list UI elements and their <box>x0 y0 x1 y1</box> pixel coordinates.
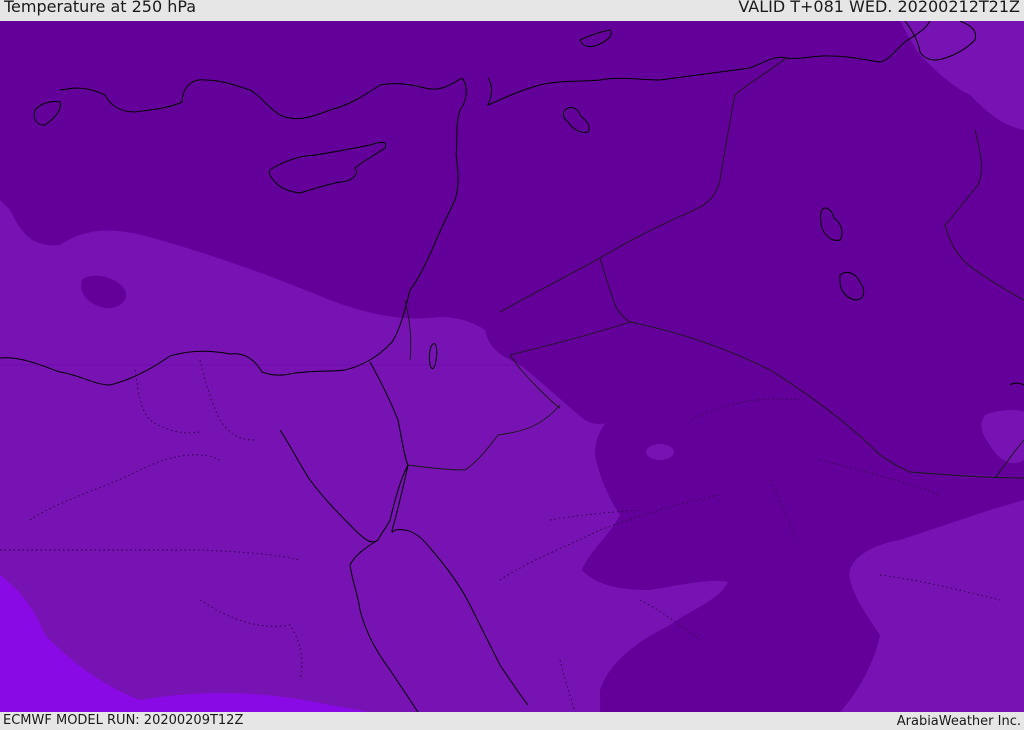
header-bar: Temperature at 250 hPa VALID T+081 WED. … <box>0 0 1024 21</box>
temperature-map <box>0 21 1024 712</box>
map-title: Temperature at 250 hPa <box>4 0 197 16</box>
temperature-field-light-dot <box>646 444 674 460</box>
credit-label: ArabiaWeather Inc. <box>896 714 1021 729</box>
footer-bar: ECMWF MODEL RUN: 20200209T12Z ArabiaWeat… <box>0 712 1024 729</box>
valid-time-label: VALID T+081 WED. 20200212T21Z <box>738 0 1020 16</box>
weather-map-frame: Temperature at 250 hPa VALID T+081 WED. … <box>0 0 1024 729</box>
model-run-label: ECMWF MODEL RUN: 20200209T12Z <box>3 713 244 728</box>
